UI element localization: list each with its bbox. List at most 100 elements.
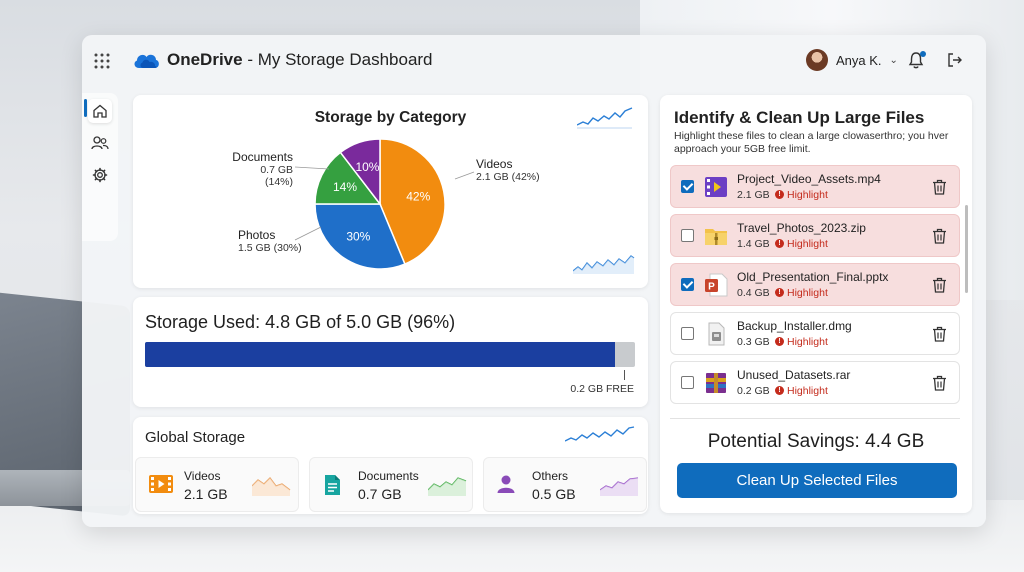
- file-name: Backup_Installer.dmg: [737, 319, 852, 333]
- file-size: 0.3 GB: [737, 336, 770, 348]
- rail-home[interactable]: [88, 99, 112, 123]
- trend-sparkline-icon: [577, 107, 633, 129]
- gear-icon: [92, 167, 108, 183]
- svg-text:P: P: [708, 282, 715, 293]
- free-space-label: 0.2 GB FREE: [570, 383, 634, 395]
- storage-used-title: Storage Used: 4.8 GB of 5.0 GB (96%): [145, 312, 456, 332]
- trash-icon[interactable]: [932, 277, 947, 293]
- file-size: 2.1 GB: [737, 189, 770, 201]
- rail-active-indicator: [84, 99, 87, 117]
- global-tile-videos-name: Videos: [184, 469, 221, 483]
- divider: [670, 418, 960, 419]
- file-name: Project_Video_Assets.mp4: [737, 172, 881, 186]
- trash-icon[interactable]: [932, 228, 947, 244]
- storage-used-card: Storage Used: 4.8 GB of 5.0 GB (96%) 0.2…: [133, 297, 648, 407]
- file-size: 1.4 GB: [737, 238, 770, 250]
- trash-icon[interactable]: [932, 179, 947, 195]
- app-title-suffix: - My Storage Dashboard: [242, 50, 433, 69]
- user-name: Anya K.: [836, 52, 882, 68]
- free-space-marker: [624, 370, 625, 380]
- app-brand: OneDrive: [167, 50, 243, 69]
- rail-people[interactable]: [88, 131, 112, 155]
- leader-line-documents: [294, 166, 330, 170]
- storage-progress-fill: [145, 342, 616, 367]
- cleanup-title: Identify & Clean Up Large Files: [674, 108, 925, 127]
- file-highlight-label: Highlight: [787, 385, 828, 397]
- global-tile-documents[interactable]: Documents 0.7 GB: [309, 457, 473, 512]
- global-tile-documents-name: Documents: [358, 469, 419, 483]
- trash-icon[interactable]: [932, 326, 947, 342]
- global-storage-title: Global Storage: [145, 429, 246, 446]
- app-launcher-icon[interactable]: [94, 53, 110, 69]
- zip-folder-icon: [704, 224, 728, 253]
- file-row[interactable]: P Old_Presentation_Final.pptx 0.4 GB! Highl…: [670, 263, 960, 306]
- trend-sparkline-icon: [565, 426, 635, 442]
- avatar: [806, 49, 828, 71]
- global-storage-card: Global Storage Videos 2.1 GB Documents 0…: [133, 417, 648, 514]
- file-checkbox[interactable]: [681, 376, 694, 389]
- video-file-icon: [704, 175, 728, 204]
- onedrive-cloud-icon: [134, 54, 159, 68]
- sign-out-icon[interactable]: [946, 51, 964, 69]
- global-tile-videos[interactable]: Videos 2.1 GB: [135, 457, 299, 512]
- file-size: 0.2 GB: [737, 385, 770, 397]
- disk-image-icon: [704, 322, 728, 351]
- file-checkbox[interactable]: [681, 180, 694, 193]
- people-icon: [91, 136, 109, 150]
- file-name: Old_Presentation_Final.pptx: [737, 270, 889, 284]
- archive-icon: [704, 371, 728, 400]
- warning-icon: !: [775, 337, 784, 346]
- file-name: Travel_Photos_2023.zip: [737, 221, 866, 235]
- sparkline-icon: [428, 477, 467, 496]
- file-row[interactable]: Travel_Photos_2023.zip 1.4 GB! Highlight: [670, 214, 960, 257]
- warning-icon: !: [775, 239, 784, 248]
- chevron-down-icon: ⌄: [889, 54, 898, 66]
- leader-line-photos: [294, 226, 322, 241]
- cleanup-description: Highlight these files to clean a large c…: [674, 130, 949, 155]
- file-row[interactable]: Backup_Installer.dmg 0.3 GB! Highlight: [670, 312, 960, 355]
- file-highlight-label: Highlight: [787, 287, 828, 299]
- sparkline-icon: [252, 477, 291, 496]
- storage-progress-bar: [145, 342, 635, 367]
- warning-icon: !: [775, 386, 784, 395]
- file-highlight-label: Highlight: [787, 238, 828, 250]
- onedrive-dashboard-window: OneDrive - My Storage Dashboard Anya K. …: [82, 35, 986, 527]
- file-checkbox[interactable]: [681, 229, 694, 242]
- home-icon: [93, 104, 107, 118]
- sparkline-icon: [600, 477, 639, 496]
- trash-icon[interactable]: [932, 375, 947, 391]
- warning-icon: !: [775, 288, 784, 297]
- file-highlight-label: Highlight: [787, 336, 828, 348]
- file-size: 0.4 GB: [737, 287, 770, 299]
- file-row[interactable]: Unused_Datasets.rar 0.2 GB! Highlight: [670, 361, 960, 404]
- clean-up-selected-files-button[interactable]: Clean Up Selected Files: [677, 463, 957, 498]
- file-checkbox[interactable]: [681, 327, 694, 340]
- cleanup-large-files-card: Identify & Clean Up Large Files Highligh…: [660, 95, 972, 513]
- file-list-scrollbar[interactable]: [965, 205, 968, 293]
- global-tile-videos-value: 2.1 GB: [184, 486, 228, 502]
- pie-leader-lines: [294, 166, 475, 241]
- storage-by-category-card: Storage by Category 42% 30% 14% 10% Documen…: [133, 95, 648, 288]
- file-row[interactable]: Project_Video_Assets.mp4 2.1 GB! Highlight: [670, 165, 960, 208]
- file-name: Unused_Datasets.rar: [737, 368, 851, 382]
- trend-sparkline-icon: [573, 255, 635, 274]
- global-tile-others-name: Others: [532, 469, 569, 483]
- film-icon: [149, 475, 173, 493]
- title-bar: OneDrive - My Storage Dashboard Anya K. …: [82, 35, 986, 87]
- file-highlight-label: Highlight: [787, 189, 828, 201]
- warning-icon: !: [775, 190, 784, 199]
- document-icon: [325, 475, 340, 495]
- global-tile-documents-value: 0.7 GB: [358, 486, 402, 502]
- leader-line-videos: [454, 171, 475, 180]
- notification-dot: [920, 51, 926, 57]
- rail-settings[interactable]: [88, 163, 112, 187]
- global-tile-others-value: 0.5 GB: [532, 486, 576, 502]
- navigation-rail: [82, 93, 118, 241]
- user-menu[interactable]: Anya K. ⌄: [806, 49, 898, 71]
- powerpoint-icon: P: [704, 273, 728, 302]
- file-checkbox[interactable]: [681, 278, 694, 291]
- global-tile-others[interactable]: Others 0.5 GB: [483, 457, 647, 512]
- potential-savings: Potential Savings: 4.4 GB: [707, 431, 925, 452]
- app-title: OneDrive - My Storage Dashboard: [167, 50, 433, 70]
- person-icon: [497, 475, 515, 493]
